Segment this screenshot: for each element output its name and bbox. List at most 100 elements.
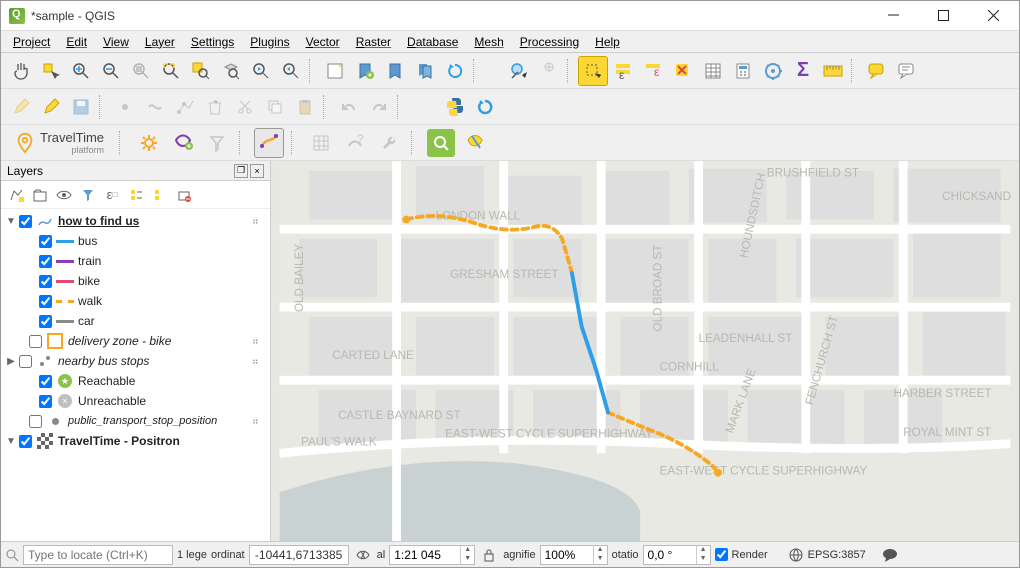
menu-project[interactable]: Project	[5, 33, 58, 51]
undo-icon[interactable]	[335, 93, 363, 121]
render-checkbox[interactable]	[715, 548, 728, 561]
map-tips-icon[interactable]	[863, 57, 891, 85]
delivery-checkbox[interactable]	[29, 335, 42, 348]
legend-bike[interactable]: bike	[1, 271, 270, 291]
legend-reachable[interactable]: ★ Reachable	[1, 371, 270, 391]
coord-input[interactable]	[249, 545, 349, 565]
actions-icon[interactable]	[535, 57, 563, 85]
map-canvas[interactable]: LONDON WALL GRESHAM STREET CARTED LANE C…	[271, 161, 1019, 541]
train-checkbox[interactable]	[39, 255, 52, 268]
tree-pts[interactable]: public_transport_stop_position ⠶	[1, 411, 270, 431]
zoom-full-icon[interactable]	[157, 57, 185, 85]
tt-route-icon[interactable]	[255, 129, 283, 157]
crs-text[interactable]: EPSG:3857	[808, 549, 866, 561]
mag-spin[interactable]: ▲▼	[540, 545, 608, 565]
panel-float-icon[interactable]: ❐	[234, 164, 248, 178]
tree-base[interactable]: ▼ TravelTime - Positron	[1, 431, 270, 451]
tree-delivery[interactable]: delivery zone - bike ⠶	[1, 331, 270, 351]
layer-filter-icon[interactable]	[77, 184, 99, 206]
menu-view[interactable]: View	[95, 33, 137, 51]
menu-raster[interactable]: Raster	[348, 33, 399, 51]
field-calc-icon[interactable]	[729, 57, 757, 85]
menu-settings[interactable]: Settings	[183, 33, 242, 51]
legend-train[interactable]: train	[1, 251, 270, 271]
rot-spin[interactable]: ▲▼	[643, 545, 711, 565]
legend-bus[interactable]: bus	[1, 231, 270, 251]
copy-icon[interactable]	[261, 93, 289, 121]
base-checkbox[interactable]	[19, 435, 32, 448]
add-line-icon[interactable]	[141, 93, 169, 121]
layer-visibility-icon[interactable]	[53, 184, 75, 206]
reachable-checkbox[interactable]	[39, 375, 52, 388]
toggle-edit-icon[interactable]	[37, 93, 65, 121]
temporal-icon[interactable]	[381, 57, 409, 85]
menu-edit[interactable]: Edit	[58, 33, 95, 51]
panel-close-icon[interactable]: ×	[250, 164, 264, 178]
toolbox-icon[interactable]	[759, 57, 787, 85]
bookmarks-icon[interactable]	[411, 57, 439, 85]
maximize-button[interactable]	[925, 2, 961, 30]
select-rect-icon[interactable]	[579, 57, 607, 85]
menu-plugins[interactable]: Plugins	[242, 33, 297, 51]
car-checkbox[interactable]	[39, 315, 52, 328]
root-checkbox[interactable]	[19, 215, 32, 228]
tt-isochrone-icon[interactable]	[169, 129, 197, 157]
redo-icon[interactable]	[365, 93, 393, 121]
lock-icon[interactable]	[479, 545, 499, 565]
menu-layer[interactable]: Layer	[137, 33, 183, 51]
tt-grid-icon[interactable]	[307, 129, 335, 157]
traveltime-brand[interactable]: TravelTime platform	[7, 127, 111, 158]
legend-unreachable[interactable]: × Unreachable	[1, 391, 270, 411]
zoom-next-icon[interactable]	[277, 57, 305, 85]
delete-icon[interactable]	[201, 93, 229, 121]
zoom-out-icon[interactable]	[97, 57, 125, 85]
bike-checkbox[interactable]	[39, 275, 52, 288]
add-point-icon[interactable]	[111, 93, 139, 121]
extents-icon[interactable]	[353, 545, 373, 565]
paste-icon[interactable]	[291, 93, 319, 121]
layer-remove-icon[interactable]	[173, 184, 195, 206]
unreachable-checkbox[interactable]	[39, 395, 52, 408]
tt-unknown1-icon[interactable]: ?	[341, 129, 369, 157]
deselect-icon[interactable]	[669, 57, 697, 85]
measure-icon[interactable]	[819, 57, 847, 85]
tree-nearby[interactable]: ▶ nearby bus stops ⠶	[1, 351, 270, 371]
walk-checkbox[interactable]	[39, 295, 52, 308]
messages-icon[interactable]	[882, 547, 898, 563]
new-bookmark-icon[interactable]	[351, 57, 379, 85]
nearby-checkbox[interactable]	[19, 355, 32, 368]
tree-root[interactable]: ▼ how to find us ⠶	[1, 211, 270, 231]
save-edits-icon[interactable]	[67, 93, 95, 121]
layer-expand-icon[interactable]	[125, 184, 147, 206]
tt-filter-icon[interactable]	[203, 129, 231, 157]
tt-settings-icon[interactable]	[135, 129, 163, 157]
plugin-refresh-icon[interactable]	[471, 93, 499, 121]
scale-spin[interactable]: ▲▼	[389, 545, 475, 565]
refresh-icon[interactable]	[441, 57, 469, 85]
pan-selection-icon[interactable]	[37, 57, 65, 85]
menu-mesh[interactable]: Mesh	[466, 33, 511, 51]
pts-checkbox[interactable]	[29, 415, 42, 428]
legend-car[interactable]: car	[1, 311, 270, 331]
minimize-button[interactable]	[875, 2, 911, 30]
edits-icon[interactable]	[7, 93, 35, 121]
close-button[interactable]	[975, 2, 1011, 30]
menu-processing[interactable]: Processing	[512, 33, 587, 51]
menu-help[interactable]: Help	[587, 33, 628, 51]
select-expr-icon[interactable]: ε	[639, 57, 667, 85]
vertex-tool-icon[interactable]	[171, 93, 199, 121]
tt-wrench-icon[interactable]	[375, 129, 403, 157]
bus-checkbox[interactable]	[39, 235, 52, 248]
cut-icon[interactable]	[231, 93, 259, 121]
zoom-layer-icon[interactable]	[217, 57, 245, 85]
new-map-icon[interactable]	[321, 57, 349, 85]
layer-expr-icon[interactable]: ε□	[101, 184, 123, 206]
zoom-native-icon[interactable]	[127, 57, 155, 85]
statistics-icon[interactable]: Σ	[789, 57, 817, 85]
menu-vector[interactable]: Vector	[298, 33, 348, 51]
crs-icon[interactable]	[788, 547, 804, 563]
tt-help-icon[interactable]	[461, 129, 489, 157]
identify-icon[interactable]	[505, 57, 533, 85]
layer-add-group-icon[interactable]	[29, 184, 51, 206]
zoom-last-icon[interactable]	[247, 57, 275, 85]
